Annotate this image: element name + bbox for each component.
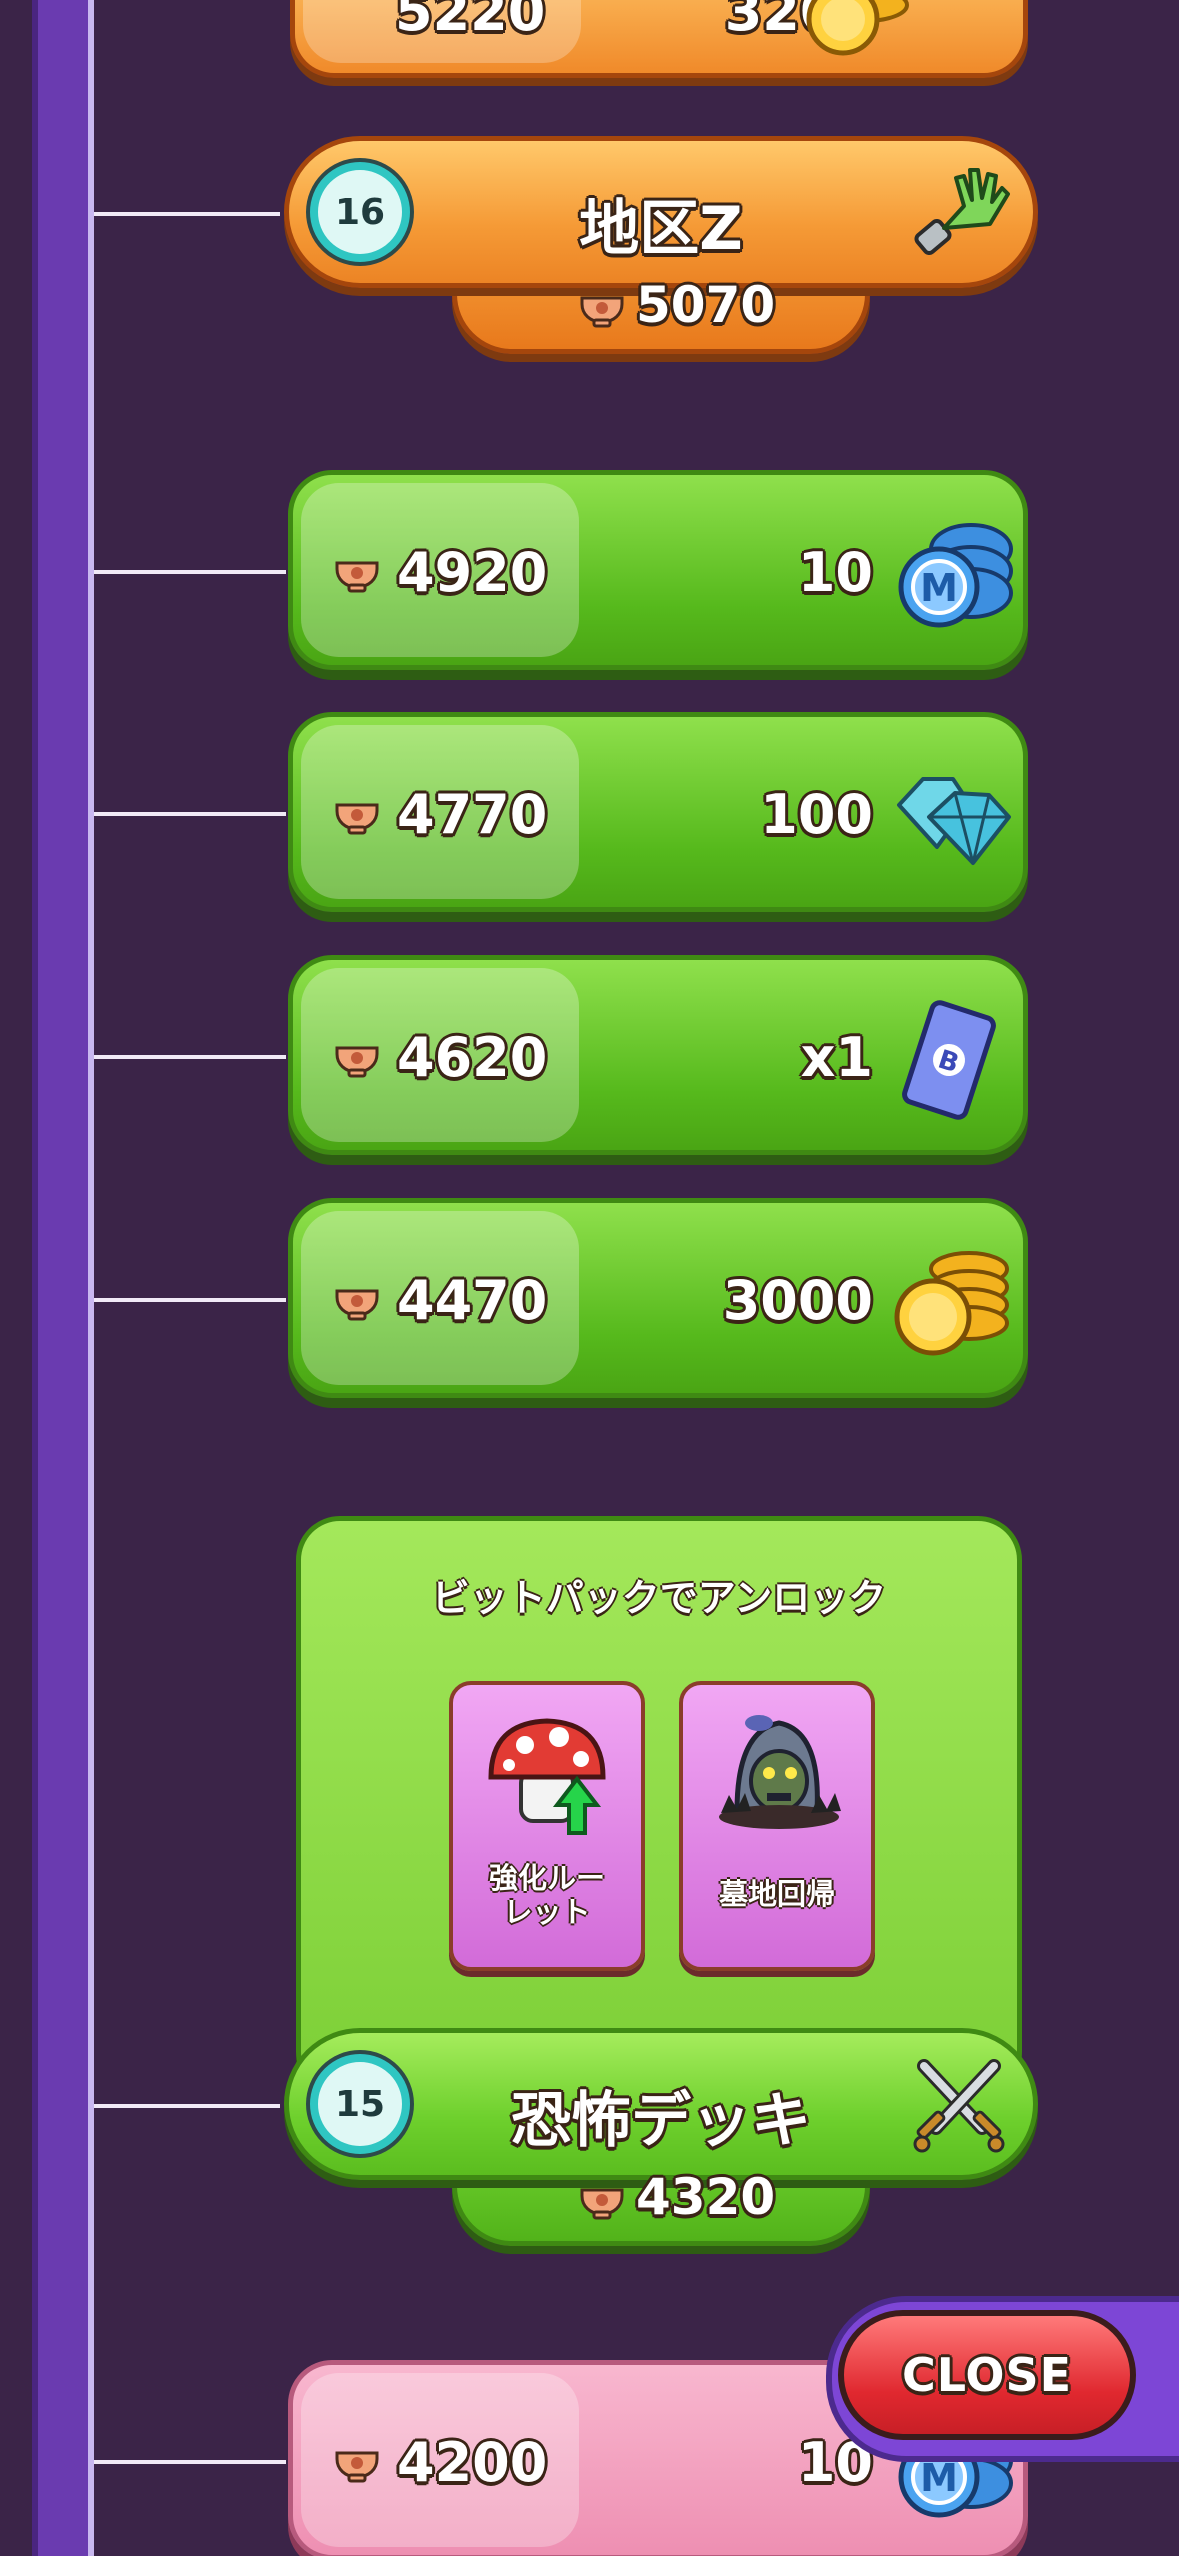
milestone-trophies: 4320 bbox=[636, 2168, 776, 2226]
connector bbox=[94, 1055, 286, 1059]
trophy-icon bbox=[580, 296, 624, 328]
mushroom-upgrade-icon bbox=[488, 1718, 606, 1835]
svg-text:M: M bbox=[920, 566, 958, 610]
milestone-16[interactable]: 16 地区Z 5070 bbox=[284, 136, 1038, 368]
close-button[interactable]: CLOSE bbox=[838, 2310, 1136, 2440]
reward-trophy-value: 5220 bbox=[395, 0, 546, 43]
card-upgrade-roulette[interactable]: 強化ルー レット bbox=[449, 1681, 645, 1971]
reward-row[interactable]: 4470 3000 bbox=[288, 1198, 1028, 1398]
reward-amount: x1 bbox=[800, 1026, 873, 1089]
trophy-icon bbox=[335, 2451, 379, 2483]
reward-trophy-value: 4920 bbox=[397, 541, 548, 604]
milestone-trophies: 5070 bbox=[636, 276, 776, 334]
m-coin-stack-icon: M bbox=[898, 523, 1013, 628]
reward-amount: 3000 bbox=[722, 1269, 873, 1332]
reward-amount: 10 bbox=[797, 2431, 873, 2494]
reward-row[interactable]: 4920 10 M bbox=[288, 470, 1028, 670]
connector bbox=[94, 212, 280, 216]
unlock-title: ビットパックでアンロック bbox=[431, 1576, 887, 1620]
reward-trophy-value: 4470 bbox=[397, 1269, 548, 1332]
milestone-15[interactable]: 15 恐怖デッキ 4320 bbox=[284, 2028, 1038, 2260]
unlock-panel: ビットパックでアンロック 強化ルー レット 墓地回帰 bbox=[296, 1516, 1022, 2096]
card-label: 強化ルー レット bbox=[488, 1861, 605, 1929]
b-ticket-icon: B bbox=[902, 1000, 996, 1120]
trophy-icon bbox=[335, 803, 379, 835]
hooded-zombie-icon bbox=[719, 1715, 841, 1829]
crossed-swords-icon bbox=[913, 2059, 1005, 2153]
coin-stack-icon bbox=[806, 0, 909, 56]
zombie-hand-icon bbox=[914, 168, 1010, 256]
reward-amount: 10 bbox=[797, 541, 873, 604]
reward-trophy-value: 4770 bbox=[397, 783, 548, 846]
reward-row[interactable]: 4770 100 bbox=[288, 712, 1028, 912]
connector bbox=[94, 1298, 286, 1302]
gems-icon bbox=[897, 777, 1011, 865]
trophy-icon bbox=[580, 2188, 624, 2220]
reward-amount: 100 bbox=[760, 783, 873, 846]
connector bbox=[94, 812, 286, 816]
reward-trophy-value: 4200 bbox=[397, 2431, 548, 2494]
svg-text:M: M bbox=[920, 2456, 958, 2500]
card-graveyard-return[interactable]: 墓地回帰 bbox=[679, 1681, 875, 1971]
trophy-icon bbox=[335, 1289, 379, 1321]
connector bbox=[94, 570, 286, 574]
connector bbox=[94, 2460, 286, 2464]
trophy-icon bbox=[335, 561, 379, 593]
connector bbox=[94, 2104, 280, 2108]
gold-coin-stack-icon bbox=[894, 1251, 1009, 1356]
card-label: 墓地回帰 bbox=[718, 1877, 835, 1911]
reward-trophy-value: 4620 bbox=[397, 1026, 548, 1089]
trophy-icon bbox=[335, 1046, 379, 1078]
reward-row[interactable]: 4620 x1 B bbox=[288, 955, 1028, 1155]
progress-track bbox=[32, 0, 94, 2556]
reward-row-partial[interactable]: 5220 3200 bbox=[290, 0, 1028, 78]
